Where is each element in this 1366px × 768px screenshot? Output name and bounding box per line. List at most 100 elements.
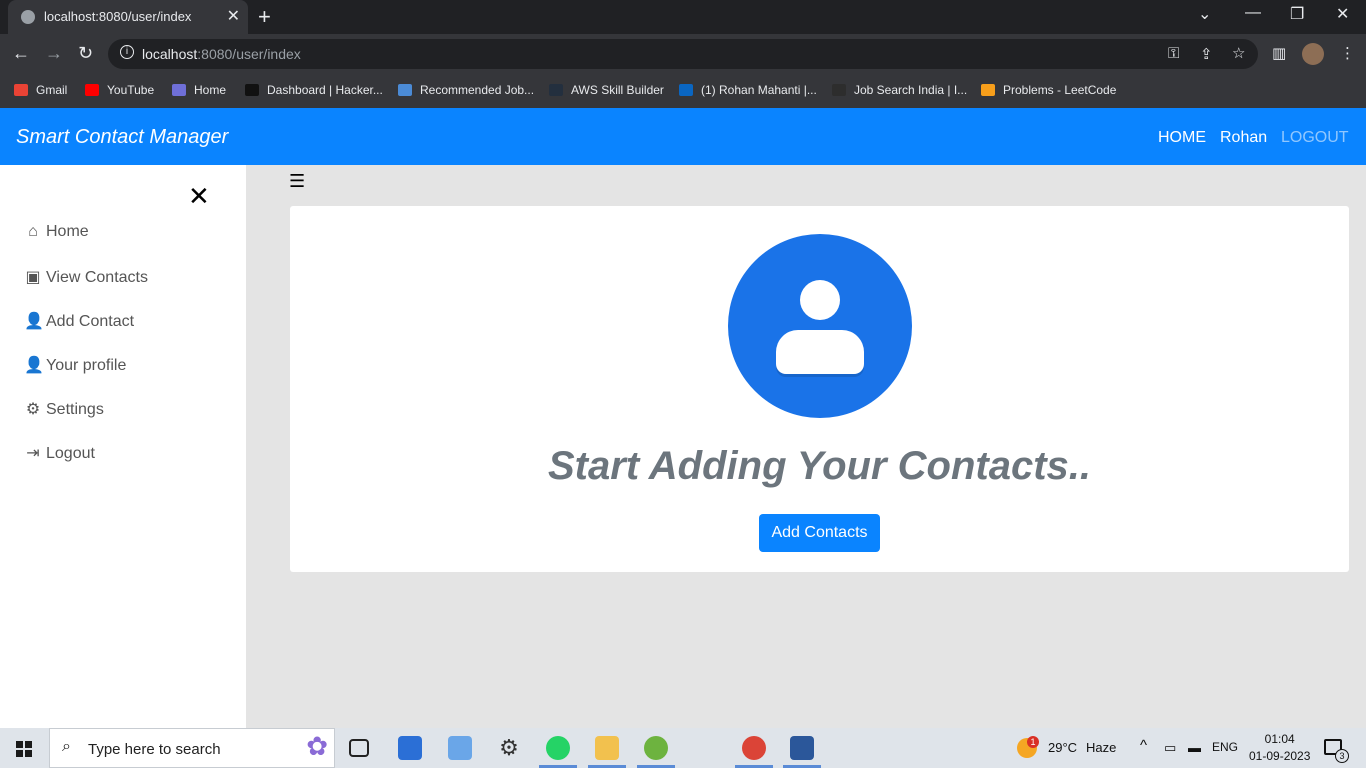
sidebar-item-label: Your profile (46, 357, 127, 374)
meet-now-icon[interactable]: ▭ (1164, 740, 1176, 756)
sidebar-item-your-profile[interactable]: 👤 Your profile (24, 355, 126, 375)
whatsapp-icon[interactable] (546, 736, 570, 760)
share-icon[interactable]: ⇪ (1200, 45, 1213, 63)
settings-gear-icon[interactable]: ⚙ (497, 736, 521, 760)
back-icon[interactable]: ← (12, 43, 30, 64)
gmail-icon (14, 84, 28, 96)
sidebar-item-label: Settings (46, 401, 104, 418)
bookmark-label: Dashboard | Hacker... (267, 83, 383, 97)
window-close-icon[interactable]: ✕ (1336, 4, 1349, 24)
windows-taskbar: ⌕ Type here to search ✿ ⚙ 1 29°C Haze ^ … (0, 728, 1366, 768)
file-explorer-icon[interactable] (595, 736, 619, 760)
language-indicator[interactable]: ENG (1212, 740, 1238, 754)
empty-state-headline: Start Adding Your Contacts.. (548, 444, 1091, 488)
laptop-app-icon[interactable] (448, 736, 472, 760)
sidebar-close-icon[interactable]: ✕ (188, 183, 210, 209)
nav-home-link[interactable]: HOME (1158, 129, 1206, 147)
battery-icon[interactable]: ▬ (1188, 740, 1201, 755)
bookmarks-bar: Gmail YouTube Home Dashboard | Hacker...… (0, 74, 1366, 108)
url-path: :8080/user/index (197, 46, 301, 62)
gear-icon: ⚙ (25, 401, 41, 418)
key-icon[interactable]: ⚿ (1168, 45, 1179, 62)
sidebar-item-label: Logout (46, 445, 95, 462)
bookmark-hackerrank[interactable]: Dashboard | Hacker... (245, 83, 383, 97)
microsoft-store-icon[interactable] (398, 736, 422, 760)
leetcode-icon (981, 84, 995, 96)
avatar-head (800, 280, 840, 320)
chrome-icon[interactable] (742, 736, 766, 760)
minimize-icon[interactable]: — (1245, 4, 1261, 22)
address-book-icon: ▣ (25, 269, 41, 286)
home-icon: ⌂ (28, 223, 38, 240)
hamburger-menu-icon[interactable]: ☰ (289, 171, 305, 192)
taskbar-search-input[interactable]: ⌕ Type here to search ✿ (49, 728, 335, 768)
browser-tab[interactable]: localhost:8080/user/index ✕ (8, 0, 248, 34)
bookmark-label: (1) Rohan Mahanti |... (701, 83, 817, 97)
bookmark-youtube[interactable]: YouTube (85, 83, 154, 97)
task-view-icon[interactable] (349, 739, 369, 757)
brand-title[interactable]: Smart Contact Manager (16, 126, 228, 149)
sidebar-item-home[interactable]: ⌂ Home (24, 223, 89, 241)
new-tab-button[interactable]: + (258, 4, 271, 30)
bookmark-label: Job Search India | I... (854, 83, 968, 97)
url-text[interactable]: localhost:8080/user/index (142, 46, 301, 62)
bookmark-label: Problems - LeetCode (1003, 83, 1117, 97)
youtube-icon (85, 84, 99, 96)
taskbar-clock[interactable]: 01:04 01-09-2023 (1249, 731, 1310, 765)
nav-user-link[interactable]: Rohan (1220, 129, 1267, 147)
notification-count-badge: 3 (1335, 749, 1349, 763)
url-host: localhost (142, 46, 198, 62)
sidebar-item-label: Home (46, 223, 89, 240)
sidebar-item-label: View Contacts (46, 269, 148, 286)
bookmark-home[interactable]: Home (172, 83, 226, 97)
word-icon[interactable] (790, 736, 814, 760)
sign-out-icon: ⇥ (26, 445, 40, 462)
windows-start-icon[interactable] (16, 741, 32, 757)
bookmark-job-search[interactable]: Job Search India | I... (832, 83, 967, 97)
bookmark-recommended-jobs[interactable]: Recommended Job... (398, 83, 534, 97)
tray-chevron-up-icon[interactable]: ^ (1140, 737, 1147, 754)
site-info-icon[interactable]: i (120, 45, 134, 59)
tab-close-icon[interactable]: ✕ (227, 6, 240, 26)
spring-tool-suite-icon[interactable] (644, 736, 668, 760)
sidebar-item-logout[interactable]: ⇥ Logout (24, 443, 95, 463)
forward-icon[interactable]: → (45, 43, 63, 64)
tab-search-chevron-icon[interactable]: ⌄ (1198, 4, 1211, 24)
bookmark-label: YouTube (107, 83, 155, 97)
home-bookmark-icon (172, 84, 186, 96)
weather-temperature[interactable]: 29°C (1048, 740, 1077, 755)
address-bar[interactable]: i localhost:8080/user/index ⚿ ⇪ ☆ (108, 39, 1258, 69)
bookmark-leetcode[interactable]: Problems - LeetCode (981, 83, 1116, 97)
bookmark-gmail[interactable]: Gmail (14, 83, 67, 97)
linkedin-icon (679, 84, 693, 96)
bookmark-label: Gmail (36, 83, 68, 97)
menu-kebab-icon[interactable]: ⋮ (1340, 44, 1355, 62)
tab-title: localhost:8080/user/index (44, 9, 192, 24)
search-placeholder: Type here to search (88, 741, 221, 758)
sidebar-item-settings[interactable]: ⚙ Settings (24, 399, 104, 419)
add-contacts-button[interactable]: Add Contacts (759, 514, 880, 552)
browser-tab-strip: localhost:8080/user/index ✕ + ⌄ — ❐ ✕ (0, 0, 1366, 34)
clock-date: 01-09-2023 (1249, 749, 1311, 763)
bookmark-linkedin[interactable]: (1) Rohan Mahanti |... (679, 83, 817, 97)
browser-toolbar: ← → ↻ i localhost:8080/user/index ⚿ ⇪ ☆ … (0, 34, 1366, 74)
profile-avatar[interactable] (1302, 43, 1324, 65)
reload-icon[interactable]: ↻ (78, 43, 93, 64)
search-highlight-icon: ✿ (306, 731, 328, 761)
search-icon: ⌕ (62, 738, 71, 755)
sidebar-item-view-contacts[interactable]: ▣ View Contacts (24, 267, 148, 287)
sidebar: ✕ ⌂ Home ▣ View Contacts 👤 Add Contact 👤 You… (0, 165, 246, 728)
restore-icon[interactable]: ❐ (1290, 4, 1304, 24)
side-panel-icon[interactable]: ▥ (1272, 44, 1286, 62)
aws-icon (549, 84, 563, 96)
bookmark-star-icon[interactable]: ☆ (1232, 44, 1245, 62)
weather-condition[interactable]: Haze (1086, 740, 1116, 755)
bookmark-aws[interactable]: AWS Skill Builder (549, 83, 664, 97)
sidebar-item-add-contact[interactable]: 👤 Add Contact (24, 311, 134, 331)
sidebar-item-label: Add Contact (46, 313, 135, 330)
weather-badge: 1 (1027, 736, 1039, 748)
nav-logout-link[interactable]: LOGOUT (1281, 129, 1349, 147)
empty-state-card: Start Adding Your Contacts.. Add Contact… (290, 206, 1349, 572)
contact-avatar-icon (728, 234, 912, 418)
user-icon: 👤 (24, 357, 44, 374)
